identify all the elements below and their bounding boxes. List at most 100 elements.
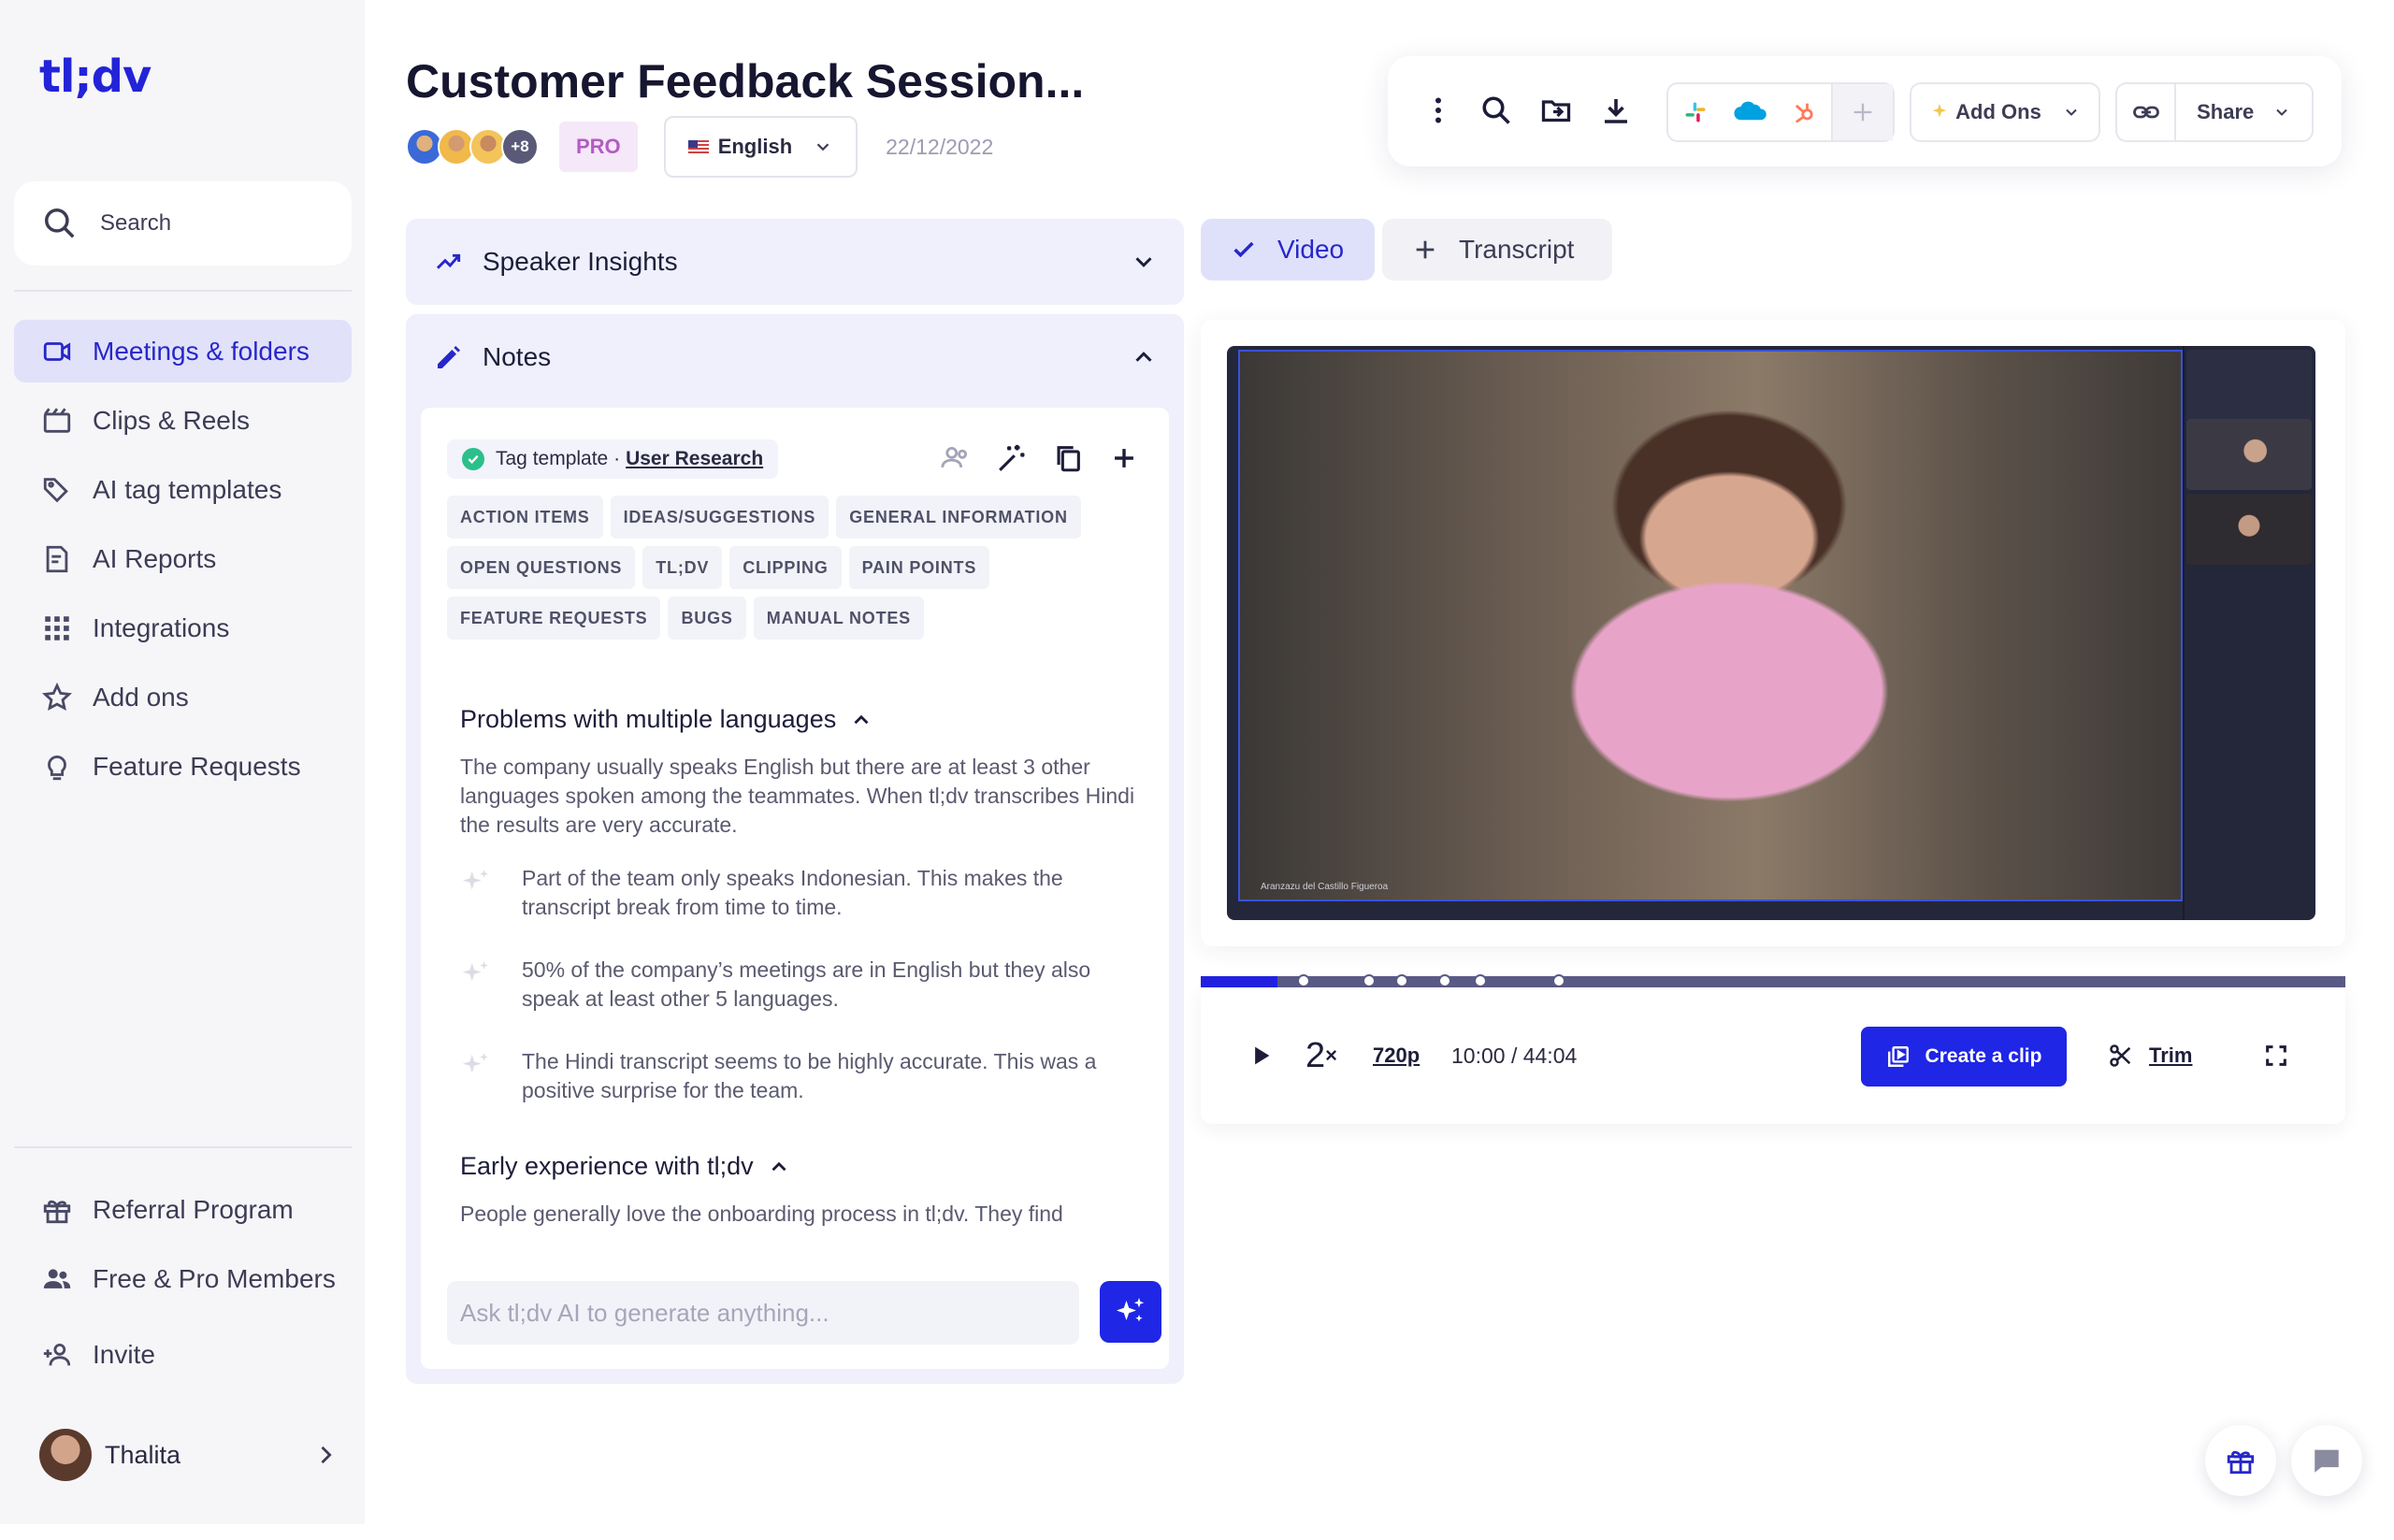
- lightbulb-icon: [40, 750, 74, 784]
- download-icon[interactable]: [1597, 92, 1635, 129]
- participants-more-badge: +8: [501, 128, 539, 166]
- move-to-folder-icon[interactable]: [1537, 92, 1575, 129]
- search-icon[interactable]: [1478, 92, 1515, 129]
- search-icon: [45, 209, 75, 238]
- create-clip-button[interactable]: Create a clip: [1861, 1027, 2067, 1087]
- participant-thumbnail: [2186, 419, 2312, 490]
- speakers-icon[interactable]: [939, 441, 973, 475]
- sidebar-item-label: Meetings & folders: [93, 336, 310, 366]
- meeting-date: 22/12/2022: [886, 134, 994, 159]
- chat-icon: [2315, 1449, 2339, 1473]
- salesforce-icon[interactable]: [1723, 84, 1777, 140]
- tag-chip[interactable]: GENERAL INFORMATION: [836, 496, 1081, 539]
- copy-icon[interactable]: [1051, 441, 1085, 475]
- timeline-marker[interactable]: [1297, 974, 1311, 987]
- timeline-marker[interactable]: [1552, 974, 1566, 987]
- meeting-toolbar: Add Ons Share: [1388, 56, 2342, 166]
- sidebar-item-ai-tag-templates[interactable]: AI tag templates: [14, 458, 352, 521]
- slack-icon[interactable]: [1668, 84, 1723, 140]
- ai-prompt-placeholder: Ask tl;dv AI to generate anything...: [460, 1298, 829, 1327]
- sparkle-icon: [1932, 103, 1947, 118]
- speed-suffix: ×: [1325, 1043, 1337, 1067]
- chevron-down-icon: [2276, 108, 2287, 116]
- timeline-marker[interactable]: [1395, 974, 1409, 987]
- tag-template-prefix: Tag template ·: [496, 448, 621, 469]
- video-frame[interactable]: Aranzazu del Castillo Figueroa: [1227, 346, 2315, 920]
- share-button[interactable]: Share: [2176, 84, 2312, 140]
- add-integration-icon[interactable]: [1833, 84, 1893, 140]
- language-select[interactable]: English: [663, 116, 858, 178]
- tag-chip[interactable]: TL;DV: [642, 546, 723, 589]
- note-section-header[interactable]: Early experience with tl;dv: [460, 1152, 1143, 1181]
- tag-chip[interactable]: IDEAS/SUGGESTIONS: [610, 496, 829, 539]
- notes-panel: Notes Tag template · User Research ACTIO…: [406, 314, 1184, 1384]
- language-value: English: [717, 135, 793, 158]
- sidebar-item-ai-reports[interactable]: AI Reports: [14, 527, 352, 590]
- plus-icon: [1416, 240, 1435, 259]
- video-divider: [2183, 346, 2185, 920]
- sidebar-item-meetings[interactable]: Meetings & folders: [14, 320, 352, 382]
- report-icon: [40, 542, 74, 576]
- player-controls: 2 × 720p 10:00 / 44:04 Create a clip Trim: [1201, 987, 2345, 1124]
- ai-generate-button[interactable]: [1100, 1281, 1161, 1343]
- chevron-down-icon: [1135, 257, 1152, 267]
- clip-icon: [1887, 1046, 1909, 1067]
- sidebar-item-add-ons[interactable]: Add ons: [14, 666, 352, 728]
- speaker-insights-header[interactable]: Speaker Insights: [406, 219, 1184, 305]
- app-logo[interactable]: tl;dv: [39, 50, 151, 103]
- tag-chip[interactable]: MANUAL NOTES: [753, 597, 924, 640]
- fullscreen-icon[interactable]: [2263, 987, 2289, 1124]
- tag-chip[interactable]: OPEN QUESTIONS: [447, 546, 636, 589]
- tag-chip[interactable]: CLIPPING: [729, 546, 842, 589]
- sidebar-item-feature-requests[interactable]: Feature Requests: [14, 735, 352, 798]
- trim-button[interactable]: Trim: [2108, 987, 2192, 1124]
- copy-link-icon[interactable]: [2117, 84, 2174, 140]
- add-ons-button[interactable]: Add Ons: [1910, 82, 2100, 142]
- create-clip-label: Create a clip: [1925, 1045, 2042, 1067]
- sidebar-item-clips[interactable]: Clips & Reels: [14, 389, 352, 452]
- tab-transcript[interactable]: Transcript: [1382, 219, 1612, 281]
- play-icon[interactable]: [1247, 987, 1274, 1124]
- tag-chip[interactable]: PAIN POINTS: [848, 546, 990, 589]
- sidebar-item-integrations[interactable]: Integrations: [14, 597, 352, 659]
- user-menu[interactable]: Thalita: [39, 1429, 339, 1481]
- tab-video[interactable]: Video: [1201, 219, 1375, 281]
- chevron-right-icon: [321, 1446, 332, 1464]
- participant-thumbnail: [2186, 350, 2312, 421]
- gift-button[interactable]: [2205, 1425, 2276, 1496]
- notes-header[interactable]: Notes: [406, 314, 1184, 400]
- tag-chip[interactable]: FEATURE REQUESTS: [447, 597, 661, 640]
- sidebar-item-label: Clips & Reels: [93, 405, 251, 435]
- timeline-marker[interactable]: [1437, 974, 1451, 987]
- us-flag-icon: [687, 139, 709, 154]
- sidebar-item-members[interactable]: Free & Pro Members: [14, 1247, 352, 1310]
- add-icon[interactable]: [1107, 441, 1141, 475]
- tag-chip[interactable]: ACTION ITEMS: [447, 496, 603, 539]
- video-progress-bar[interactable]: [1201, 974, 2345, 987]
- sidebar-item-label: Free & Pro Members: [93, 1263, 336, 1293]
- hubspot-icon[interactable]: [1777, 84, 1831, 140]
- tag-template-link[interactable]: User Research: [626, 448, 763, 470]
- tag-chip[interactable]: BUGS: [668, 597, 746, 640]
- magic-wand-icon[interactable]: [995, 441, 1029, 475]
- timeline-marker[interactable]: [1362, 974, 1376, 987]
- more-options-icon[interactable]: [1420, 92, 1457, 129]
- participants[interactable]: +8: [406, 128, 539, 166]
- resolution-select[interactable]: 720p: [1373, 987, 1420, 1124]
- user-name: Thalita: [105, 1440, 181, 1469]
- pencil-icon: [438, 346, 460, 368]
- sidebar-item-referral-program[interactable]: Referral Program: [14, 1178, 352, 1241]
- sidebar-nav: Meetings & folders Clips & Reels AI tag …: [14, 320, 352, 804]
- notes-label: Notes: [483, 342, 552, 371]
- ai-sparkle-icon: [460, 957, 498, 1014]
- note-section-header[interactable]: Problems with multiple languages: [460, 705, 1143, 734]
- chat-button[interactable]: [2291, 1425, 2362, 1496]
- playback-speed[interactable]: 2 ×: [1305, 987, 1337, 1124]
- search-input[interactable]: Search: [14, 181, 352, 266]
- sidebar-item-invite[interactable]: Invite: [14, 1323, 352, 1386]
- note-bullet-text: 50% of the company’s meetings are in Eng…: [522, 957, 1091, 1011]
- chevron-down-icon: [2066, 108, 2077, 116]
- timeline-marker[interactable]: [1473, 974, 1487, 987]
- ai-prompt-input[interactable]: Ask tl;dv AI to generate anything...: [447, 1281, 1079, 1345]
- ai-sparkle-icon: [460, 866, 498, 922]
